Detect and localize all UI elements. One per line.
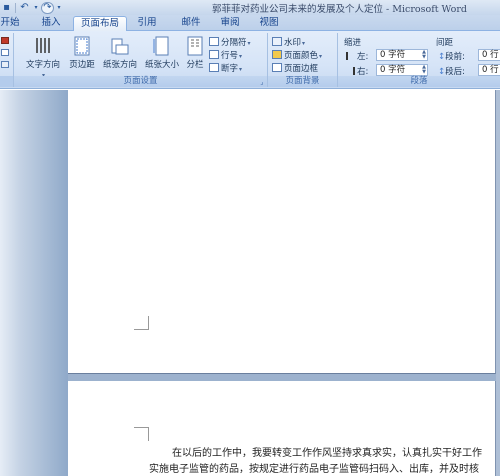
breaks-label: 分隔符 — [221, 38, 247, 48]
line-numbers-icon — [209, 50, 219, 59]
themes-color-icon[interactable] — [1, 37, 9, 44]
columns-icon — [187, 36, 203, 56]
redo-icon[interactable]: ↷ — [41, 1, 54, 14]
page-size-icon — [153, 36, 169, 56]
tab-page-layout[interactable]: 页面布局 — [73, 16, 127, 31]
document-page-2[interactable]: 在以后的工作中，我要转变工作作风坚持求真求实，认真扎实干好工作 实施电子监管的药… — [68, 381, 496, 476]
columns-button[interactable]: 分栏 — [184, 36, 206, 74]
watermark-button[interactable]: 水印▾ — [272, 37, 305, 49]
text-direction-button[interactable]: 文字方向▾ — [24, 36, 62, 79]
tab-review[interactable]: 审阅 — [215, 16, 245, 31]
ribbon-tab-row: 开始 插入 页面布局 引用 邮件 审阅 视图 — [0, 15, 500, 31]
line-numbers-button[interactable]: 行号▾ — [209, 50, 242, 62]
themes-group-label — [0, 76, 13, 87]
margins-icon — [74, 36, 90, 56]
themes-font-icon[interactable] — [1, 49, 9, 56]
spacing-before-value: 0 行 — [482, 50, 499, 60]
spinner-arrows-icon[interactable]: ▲ ▼ — [422, 50, 426, 60]
orientation-label: 纸张方向 — [102, 60, 137, 70]
hyphenation-button[interactable]: 断字▾ — [209, 63, 242, 75]
left-margin-panel — [0, 90, 68, 476]
tab-insert[interactable]: 插入 — [36, 16, 66, 31]
breaks-button[interactable]: 分隔符▾ — [209, 37, 251, 49]
page-borders-icon — [272, 63, 282, 72]
text-direction-label: 文字方向 — [25, 60, 60, 70]
watermark-icon — [272, 37, 282, 46]
indent-right-icon — [346, 67, 355, 75]
page-background-group: 水印▾ 页面颜色▾ 页面边框 页面背景 — [268, 33, 338, 87]
indent-right-spinner[interactable]: 0 字符 ▲ ▼ — [376, 64, 428, 76]
tab-references[interactable]: 引用 — [132, 16, 162, 31]
page-size-label: 纸张大小 — [144, 60, 179, 70]
vertical-scrollbar[interactable] — [496, 90, 500, 476]
page-size-button[interactable]: 纸张大小 — [142, 36, 182, 74]
columns-label: 分栏 — [186, 60, 204, 70]
orientation-button[interactable]: 纸张方向 — [100, 36, 140, 74]
page-setup-group-label: 页面设置 — [14, 76, 267, 87]
indent-left-label: 左: — [346, 50, 368, 62]
tab-mailings[interactable]: 邮件 — [176, 16, 206, 31]
page-borders-button[interactable]: 页面边框 — [272, 63, 318, 75]
page-borders-label: 页面边框 — [284, 64, 319, 74]
window-title: 郭菲菲对药业公司未来的发展及个人定位 - Microsoft Word — [212, 4, 468, 15]
spacing-heading: 间距 — [436, 38, 454, 48]
themes-effects-icon[interactable] — [1, 61, 9, 68]
indent-left-icon — [346, 52, 355, 60]
spacing-before-spinner[interactable]: 0 行 — [478, 49, 500, 61]
customize-qat-icon[interactable]: ▾ — [56, 2, 62, 14]
breaks-icon — [209, 37, 219, 46]
hyphenation-icon — [209, 63, 219, 72]
document-text-line-1: 在以后的工作中，我要转变工作作风坚持求真求实，认真扎实干好工作 — [172, 448, 482, 459]
save-icon[interactable]: ▪ — [0, 2, 13, 14]
watermark-label: 水印 — [284, 38, 302, 48]
page-setup-dialog-launcher-icon[interactable]: ⌟ — [258, 78, 266, 86]
page-corner-mark — [134, 316, 149, 330]
paragraph-group: 缩进 左: 0 字符 ▲ ▼ 右: 0 字符 ▲ ▼ 间距 ↕段前: 0 行 ↕段后… — [338, 33, 500, 87]
margins-button[interactable]: 页边距 — [66, 36, 98, 74]
indent-left-spinner[interactable]: 0 字符 ▲ ▼ — [376, 49, 428, 61]
orientation-icon — [111, 38, 129, 55]
undo-dropdown-icon[interactable]: ▾ — [33, 2, 39, 14]
hyphenation-label: 断字 — [221, 64, 239, 74]
qat-separator — [15, 2, 16, 13]
page-setup-group: 文字方向▾ 页边距 纸张方向 纸张大小 — [14, 33, 268, 87]
document-page-1[interactable] — [68, 90, 496, 374]
indent-right-value: 0 字符 — [380, 65, 406, 75]
page-color-button[interactable]: 页面颜色▾ — [272, 50, 322, 62]
tab-view[interactable]: 视图 — [254, 16, 284, 31]
tab-home[interactable]: 开始 — [0, 16, 22, 31]
spacing-after-value: 0 行 — [482, 65, 499, 75]
spacing-before-label: ↕段前: — [438, 52, 465, 62]
text-direction-icon — [36, 38, 50, 53]
ribbon: 文字方向▾ 页边距 纸张方向 纸张大小 — [0, 31, 500, 89]
line-numbers-label: 行号 — [221, 51, 239, 61]
undo-icon[interactable]: ↶ — [18, 2, 31, 14]
document-text-line-2: 实施电子监管的药品，按规定进行药品电子监管码扫码入、出库，并及时核 — [149, 464, 479, 475]
page-corner-mark — [134, 427, 149, 441]
spinner-arrows-icon[interactable]: ▲ ▼ — [422, 65, 426, 75]
indent-heading: 缩进 — [344, 38, 362, 48]
spacing-after-spinner[interactable]: 0 行 — [478, 64, 500, 76]
themes-group — [0, 33, 14, 87]
indent-left-value: 0 字符 — [380, 50, 406, 60]
page-background-group-label: 页面背景 — [268, 76, 337, 87]
title-bar: ▪ ↶ ▾ ↷ ▾ 郭菲菲对药业公司未来的发展及个人定位 - Microsoft… — [0, 0, 500, 15]
quick-access-toolbar: ▪ ↶ ▾ ↷ ▾ — [0, 1, 62, 14]
paragraph-group-label: 段落 — [338, 76, 500, 87]
margins-label: 页边距 — [69, 60, 95, 70]
page-color-label: 页面颜色 — [284, 51, 319, 61]
page-color-icon — [272, 50, 282, 59]
